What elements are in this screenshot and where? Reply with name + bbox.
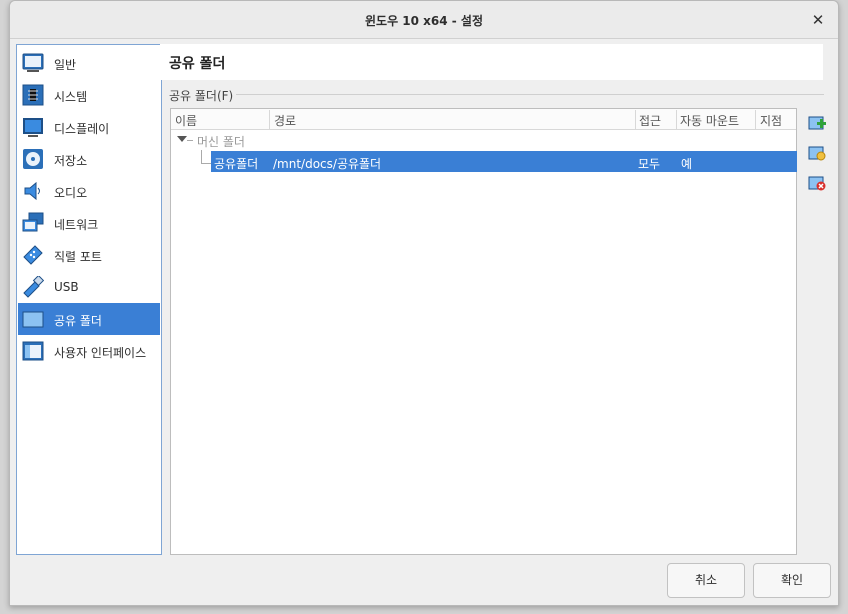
column-separator [269, 110, 270, 129]
sidebar-item-label: 사용자 인터페이스 [54, 346, 147, 360]
tree-connector [187, 140, 193, 141]
edit-shared-folder-button[interactable] [807, 143, 827, 163]
network-icon [22, 212, 44, 232]
column-header-access[interactable]: 접근 [639, 112, 661, 129]
machine-folders-group[interactable]: 머신 폴더 [171, 130, 796, 150]
sidebar-item-audio[interactable]: 오디오 [18, 175, 160, 207]
column-header-name[interactable]: 이름 [175, 112, 197, 129]
close-button[interactable]: ✕ [808, 10, 828, 30]
shared-folders-table[interactable]: 이름 경로 접근 자동 마운트 지점 머신 폴더 공유폴더 /mnt/docs/… [170, 108, 797, 555]
display-icon [23, 118, 43, 137]
sidebar-item-label: 오디오 [54, 186, 88, 200]
table-row[interactable]: 공유폴더 /mnt/docs/공유폴더 모두 예 [211, 151, 797, 172]
page-header: 공유 폴더 [160, 44, 823, 80]
column-header-mount-point[interactable]: 지점 [760, 112, 782, 129]
tree-connector [201, 163, 211, 164]
sidebar-item-display[interactable]: 디스플레이 [18, 111, 160, 143]
system-icon [22, 84, 44, 106]
usb-icon [23, 276, 44, 298]
column-header-automount[interactable]: 자동 마운트 [680, 112, 739, 129]
settings-sidebar: 일반 시스템 디스플레이 저장소 오디오 네트워크 직렬 포트 USB 공유 폴… [16, 44, 162, 555]
cell-access: 모두 [638, 157, 661, 171]
sidebar-item-system[interactable]: 시스템 [18, 79, 160, 111]
group-row-label: 머신 폴더 [197, 135, 245, 149]
window-title: 윈도우 10 x64 - 설정 [364, 14, 484, 28]
sidebar-item-general[interactable]: 일반 [18, 47, 160, 79]
sidebar-item-storage[interactable]: 저장소 [18, 143, 160, 175]
group-divider [236, 94, 824, 95]
edit-shared-folder-icon [808, 146, 826, 161]
sidebar-item-shared-folders[interactable]: 공유 폴더 [18, 303, 160, 335]
add-shared-folder-icon [808, 116, 826, 130]
cell-automount: 예 [681, 157, 693, 171]
remove-shared-folder-button[interactable] [807, 173, 827, 193]
sidebar-item-label: 공유 폴더 [54, 314, 102, 328]
collapse-arrow-icon[interactable] [177, 136, 187, 142]
storage-icon [23, 149, 43, 169]
shared-folders-group-label: 공유 폴더(F) [169, 89, 234, 103]
table-header: 이름 경로 접근 자동 마운트 지점 [171, 109, 796, 130]
sidebar-item-network[interactable]: 네트워크 [18, 207, 160, 239]
general-icon [22, 53, 44, 72]
shared-folder-icon [22, 311, 44, 328]
column-separator [755, 110, 756, 129]
column-separator [635, 110, 636, 129]
sidebar-item-label: USB [54, 280, 79, 294]
page-title: 공유 폴더 [169, 56, 226, 72]
ok-button[interactable]: 확인 [753, 563, 831, 598]
sidebar-item-label: 저장소 [54, 154, 88, 168]
cell-path: /mnt/docs/공유폴더 [273, 157, 382, 171]
sidebar-item-label: 일반 [54, 58, 77, 72]
user-interface-icon [22, 341, 44, 361]
cell-name: 공유폴더 [214, 157, 259, 171]
tree-connector [201, 150, 202, 164]
cancel-button[interactable]: 취소 [667, 563, 745, 598]
sidebar-item-serial-port[interactable]: 직렬 포트 [18, 239, 160, 271]
column-header-path[interactable]: 경로 [274, 112, 296, 129]
sidebar-item-usb[interactable]: USB [18, 271, 160, 303]
column-separator [676, 110, 677, 129]
remove-shared-folder-icon [808, 176, 826, 191]
add-shared-folder-button[interactable] [807, 113, 827, 133]
sidebar-item-user-interface[interactable]: 사용자 인터페이스 [18, 335, 160, 367]
sidebar-item-label: 시스템 [54, 90, 88, 104]
serial-port-icon [23, 245, 43, 265]
sidebar-item-label: 직렬 포트 [54, 250, 102, 264]
title-bar: 윈도우 10 x64 - 설정 ✕ [10, 1, 838, 39]
sidebar-item-label: 디스플레이 [54, 122, 110, 136]
sidebar-item-label: 네트워크 [54, 218, 99, 232]
audio-icon [24, 181, 40, 201]
